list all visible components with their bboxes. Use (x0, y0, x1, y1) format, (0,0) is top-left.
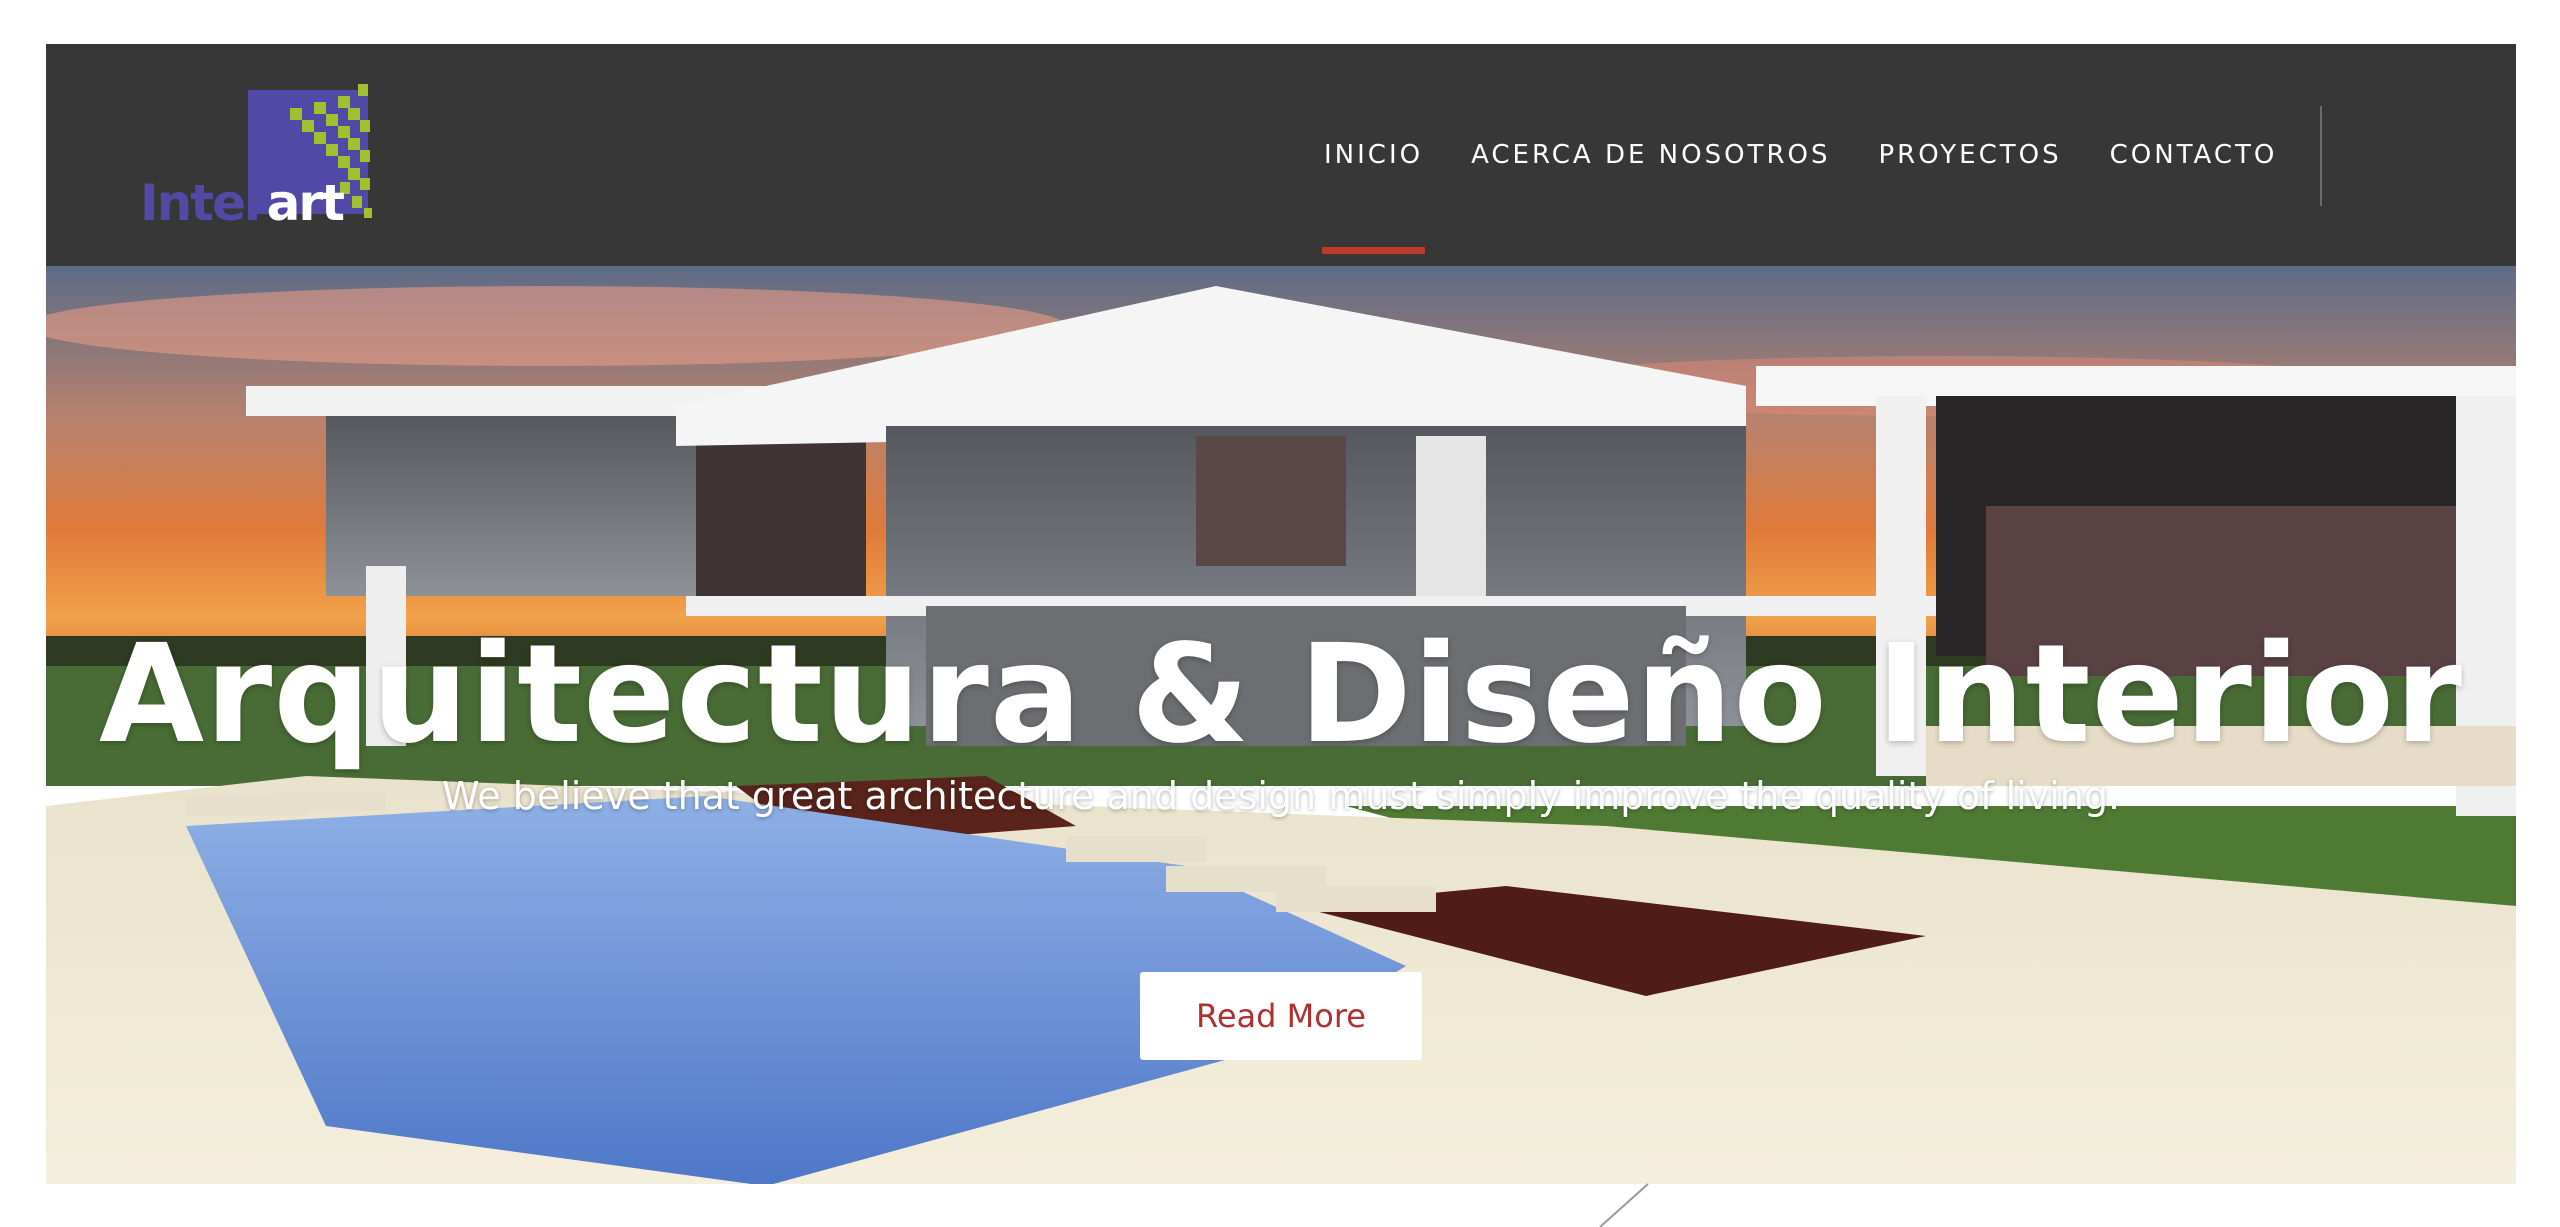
logo-wordmark: Interart (140, 174, 345, 232)
interart-logo[interactable]: Interart (140, 74, 390, 244)
logo-text-art: art (266, 174, 345, 232)
hero-subtitle: We believe that great architecture and d… (441, 774, 2121, 818)
logo-text-inter: Inter (140, 174, 269, 232)
site-header: Interart INICIO ACERCA DE NOSOTROS PROYE… (46, 44, 2516, 266)
read-more-button[interactable]: Read More (1140, 972, 1422, 1060)
hero-title: Arquitectura & Diseño Interior (98, 616, 2464, 774)
nav-item-proyectos[interactable]: PROYECTOS (1854, 44, 2085, 266)
nav-divider (2320, 106, 2322, 206)
nav-item-inicio[interactable]: INICIO (1300, 44, 1447, 266)
hero-slide: Arquitectura & Diseño Interior We believ… (46, 266, 2516, 1184)
nav-item-contacto[interactable]: CONTACTO (2086, 44, 2302, 266)
nav-item-acerca[interactable]: ACERCA DE NOSOTROS (1447, 44, 1854, 266)
page-frame: Interart INICIO ACERCA DE NOSOTROS PROYE… (46, 44, 2516, 1184)
main-nav: INICIO ACERCA DE NOSOTROS PROYECTOS CONT… (1300, 44, 2301, 266)
